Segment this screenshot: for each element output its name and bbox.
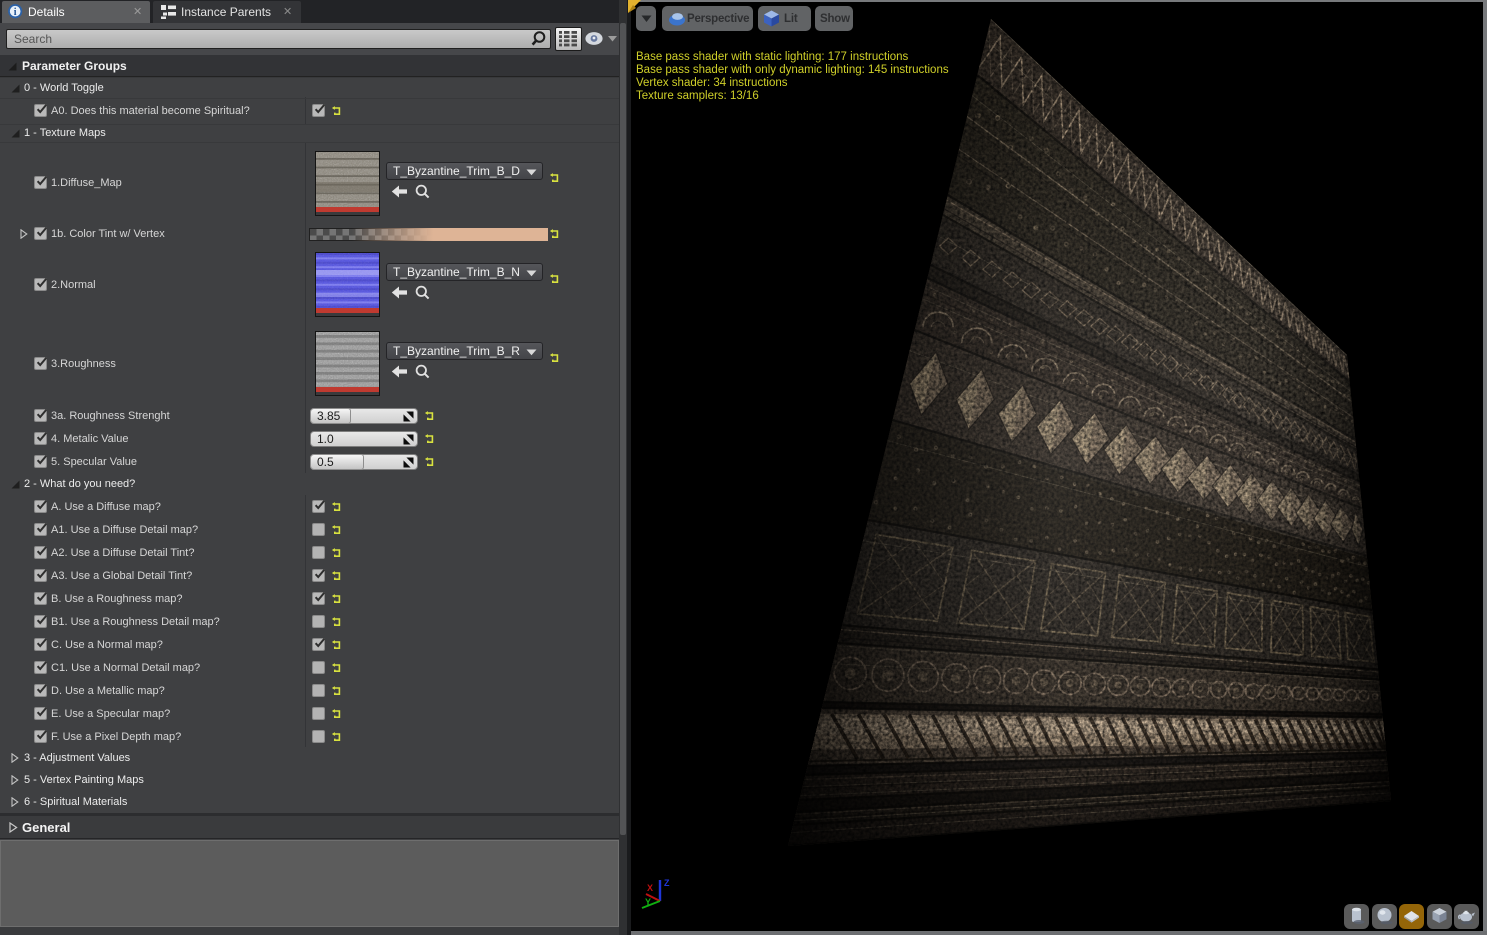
svg-text:Z: Z bbox=[664, 878, 670, 888]
svg-text:i: i bbox=[14, 7, 17, 18]
svg-text:Y: Y bbox=[645, 897, 651, 907]
svg-text:X: X bbox=[647, 883, 653, 893]
